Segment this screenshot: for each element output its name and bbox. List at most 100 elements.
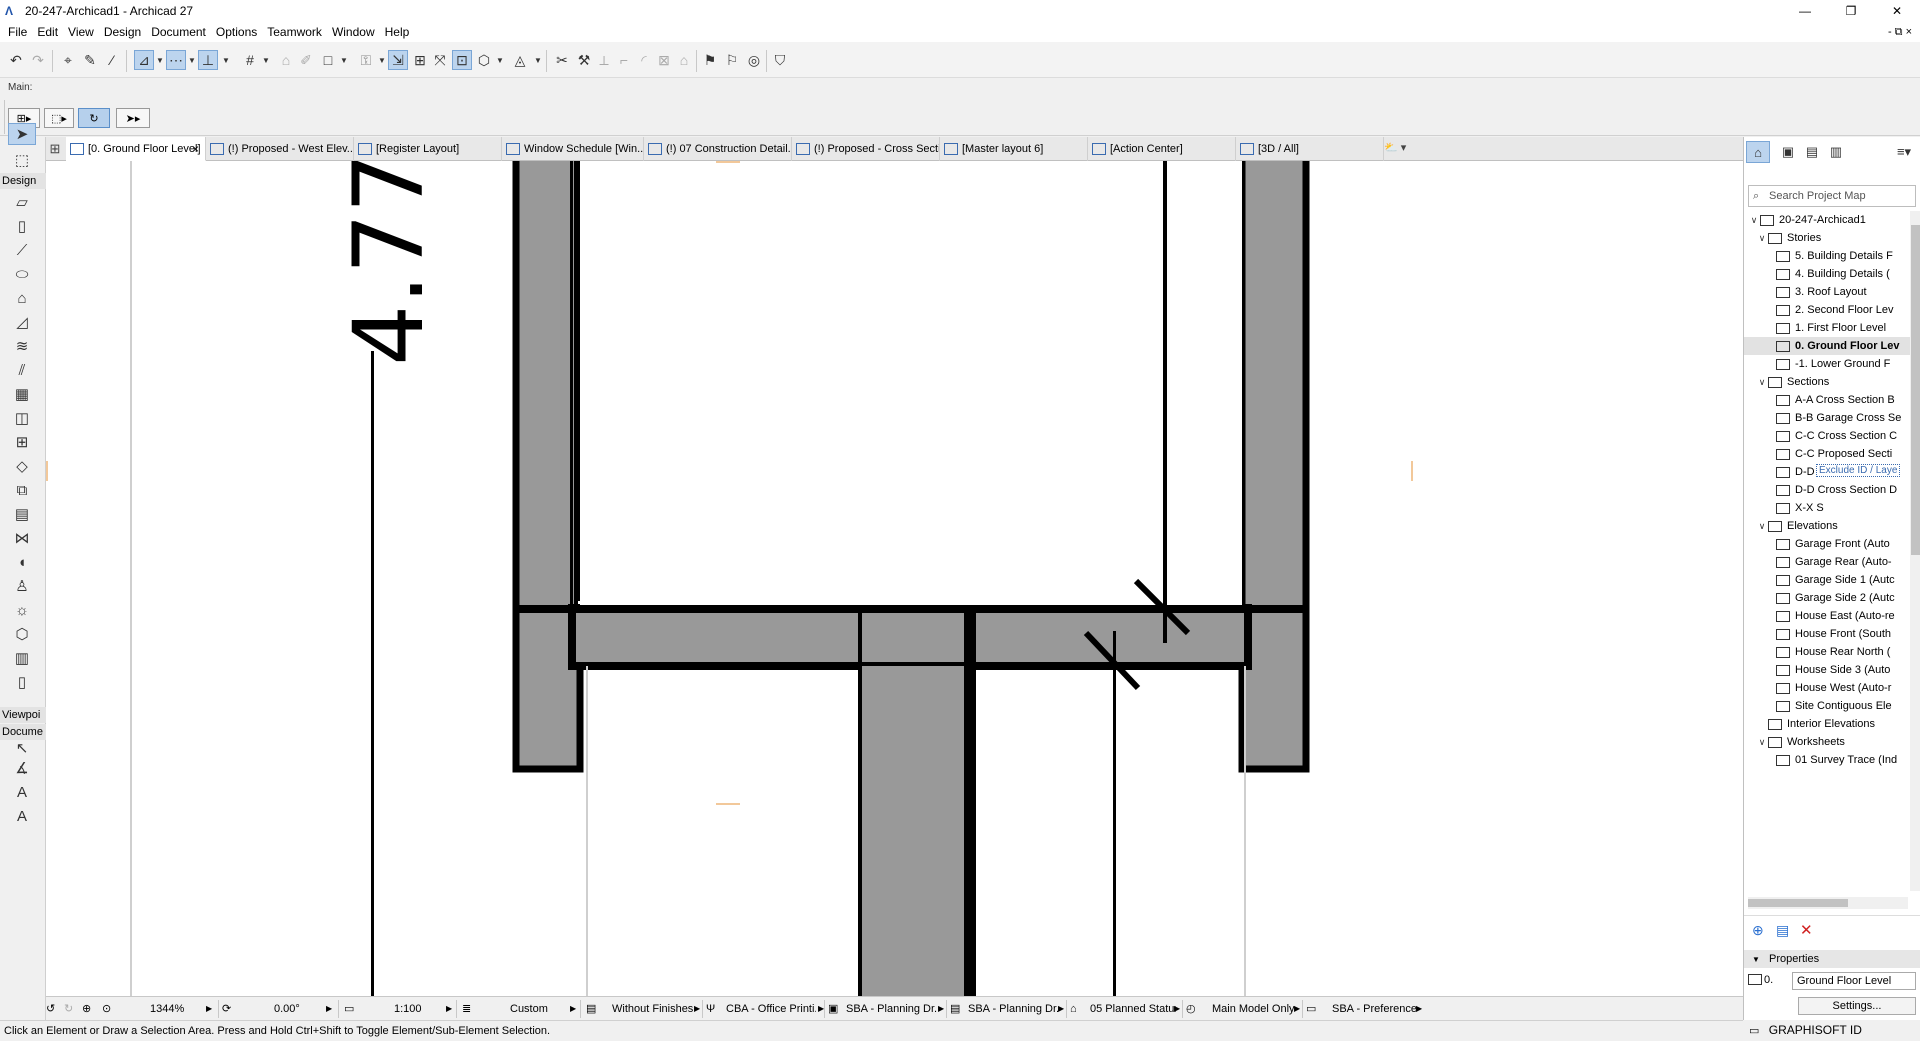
- object-tool-icon[interactable]: ▤: [8, 503, 36, 525]
- tree-item[interactable]: ∨ Elevations: [1744, 517, 1910, 535]
- zoom-in-icon[interactable]: ⊕: [82, 1001, 100, 1017]
- tree-item[interactable]: 01 Survey Trace (Ind: [1744, 751, 1910, 769]
- publisher-icon[interactable]: ◎: [744, 50, 764, 70]
- preferences[interactable]: SBA - Preferences: [1332, 1001, 1416, 1017]
- split-icon[interactable]: ⌐: [614, 50, 634, 70]
- scissors-icon[interactable]: ✂: [552, 50, 572, 70]
- tab-list-dropdown-icon[interactable]: ⛅ ▾: [1384, 141, 1424, 157]
- zone-tool-icon[interactable]: ⬡: [8, 623, 36, 645]
- label-tool-icon[interactable]: A: [8, 805, 36, 827]
- dimension-style[interactable]: SBA - Planning Dr...: [968, 1001, 1060, 1017]
- tab-master-layout[interactable]: [Master layout 6]: [940, 137, 1088, 161]
- close-button[interactable]: ✕: [1874, 0, 1920, 22]
- tree-item[interactable]: -1. Lower Ground F: [1744, 355, 1910, 373]
- properties-header[interactable]: ▼ Properties: [1744, 950, 1920, 968]
- layers-icon[interactable]: ≣: [462, 1001, 478, 1017]
- tree-item[interactable]: 0. Ground Floor Lev: [1744, 337, 1910, 355]
- snap-guides-icon[interactable]: ⊿: [134, 50, 154, 70]
- minimize-button[interactable]: —: [1782, 0, 1828, 22]
- redo-zoom-icon[interactable]: ↻: [64, 1001, 82, 1017]
- expand-chevron-icon[interactable]: ∨: [1756, 737, 1768, 748]
- menu-help[interactable]: Help: [381, 25, 416, 39]
- pencil-icon[interactable]: ✐: [296, 50, 316, 70]
- menu-options[interactable]: Options: [212, 25, 263, 39]
- flag-icon[interactable]: ⚑: [700, 50, 720, 70]
- mesh-tool-icon[interactable]: ⋈: [8, 527, 36, 549]
- tree-item[interactable]: Garage Side 1 (Autc: [1744, 571, 1910, 589]
- door-tool-icon[interactable]: ◫: [8, 407, 36, 429]
- expand-chevron-icon[interactable]: ∨: [1756, 233, 1768, 244]
- tree-item[interactable]: ∨ Sections: [1744, 373, 1910, 391]
- arrow-tool-icon[interactable]: ➤: [8, 123, 36, 145]
- pen-set-icon[interactable]: Ψ: [706, 1001, 722, 1017]
- grid-snap-icon[interactable]: #: [240, 50, 260, 70]
- tree-item[interactable]: House Side 3 (Auto: [1744, 661, 1910, 679]
- offset-icon[interactable]: ⊠: [654, 50, 674, 70]
- marquee-rotate-icon[interactable]: ↻: [78, 108, 110, 128]
- tab-ground-floor[interactable]: [0. Ground Floor Level] ×: [66, 137, 206, 161]
- tree-item[interactable]: House East (Auto-re: [1744, 607, 1910, 625]
- tree-item[interactable]: ∨ 20-247-Archicad1: [1744, 211, 1910, 229]
- scrollbar-thumb[interactable]: [1748, 899, 1848, 907]
- navigator-menu-icon[interactable]: ≡▾: [1892, 141, 1916, 163]
- tree-item[interactable]: Garage Side 2 (Autc: [1744, 589, 1910, 607]
- layer-dropdown-icon[interactable]: ▶: [570, 1001, 580, 1017]
- scrollbar-thumb[interactable]: [1911, 225, 1920, 555]
- zoom-dropdown-icon[interactable]: ▶: [206, 1001, 216, 1017]
- structure-display[interactable]: Main Model Only: [1212, 1001, 1296, 1017]
- menu-document[interactable]: Document: [147, 25, 212, 39]
- project-map-icon[interactable]: ⌂: [1746, 141, 1770, 163]
- angle-dropdown-icon[interactable]: ▶: [326, 1001, 336, 1017]
- curtain-wall-tool-icon[interactable]: ▦: [8, 383, 36, 405]
- renovation-icon[interactable]: ⌂: [1070, 1001, 1086, 1017]
- renovation-filter[interactable]: 05 Planned Status: [1090, 1001, 1176, 1017]
- menu-edit[interactable]: Edit: [33, 25, 64, 39]
- slab-tool-icon[interactable]: ⬭: [8, 263, 36, 285]
- rotation-icon[interactable]: ⟳: [222, 1001, 238, 1017]
- column-tool-icon[interactable]: ▯: [8, 215, 36, 237]
- tab-west-elevation[interactable]: (!) Proposed - West Elev...: [206, 137, 354, 161]
- opening-tool-icon[interactable]: ⧉: [8, 479, 36, 501]
- tree-item[interactable]: 3. Roof Layout: [1744, 283, 1910, 301]
- tree-item[interactable]: D-D Cross Section D: [1744, 481, 1910, 499]
- orientation-angle[interactable]: 0.00°: [274, 1001, 324, 1017]
- syringe-icon[interactable]: ✎: [80, 50, 100, 70]
- lock-icon[interactable]: ⚿: [356, 50, 376, 70]
- document-window-controls[interactable]: - ⧉ ×: [1888, 22, 1912, 42]
- dimension-value-text[interactable]: 4.77: [333, 161, 445, 382]
- tree-horizontal-scrollbar[interactable]: [1748, 897, 1908, 909]
- 3d-selection-icon[interactable]: ⊡: [452, 50, 472, 70]
- expand-chevron-icon[interactable]: ∨: [1748, 215, 1760, 226]
- tree-item[interactable]: Garage Front (Auto: [1744, 535, 1910, 553]
- tab-3d-all[interactable]: [3D / All]: [1236, 137, 1384, 161]
- magic-wand-icon[interactable]: ⚒: [574, 50, 594, 70]
- expand-chevron-icon[interactable]: ∨: [1756, 521, 1768, 532]
- tab-cross-section[interactable]: (!) Proposed - Cross Secti...: [792, 137, 940, 161]
- gravity-icon[interactable]: ⊥: [198, 50, 218, 70]
- renovation-filter-icon[interactable]: ◬: [510, 50, 530, 70]
- tab-construction-detail[interactable]: (!) 07 Construction Detail...: [644, 137, 792, 161]
- tree-item[interactable]: House Rear North (: [1744, 643, 1910, 661]
- tree-item[interactable]: House West (Auto-r: [1744, 679, 1910, 697]
- graphisoft-id[interactable]: ▭ GRAPHISOFT ID: [1743, 1020, 1920, 1040]
- graphic-override[interactable]: SBA - Planning Dr...: [846, 1001, 938, 1017]
- trim-icon[interactable]: ⟂: [594, 50, 614, 70]
- scale-dropdown-icon[interactable]: ▶: [446, 1001, 456, 1017]
- pick-up-parameters-icon[interactable]: ⌖: [58, 50, 78, 70]
- tree-item[interactable]: ∨ Worksheets: [1744, 733, 1910, 751]
- layout-cursor-icon[interactable]: ⇲: [388, 50, 408, 70]
- add-view-icon[interactable]: ⊕: [1752, 922, 1764, 939]
- structure-display-icon[interactable]: ◴: [1186, 1001, 1202, 1017]
- tree-item[interactable]: 5. Building Details F: [1744, 247, 1910, 265]
- beam-tool-icon[interactable]: ⟋: [8, 239, 36, 261]
- tab-window-schedule[interactable]: Window Schedule [Win...: [502, 137, 644, 161]
- angle-dimension-tool-icon[interactable]: ∡: [8, 757, 36, 779]
- roof-icon[interactable]: ⌂: [674, 50, 694, 70]
- fit-in-window-icon[interactable]: ⊙: [102, 1001, 120, 1017]
- design-section-header[interactable]: Design: [0, 173, 46, 189]
- delete-icon[interactable]: ✕: [1800, 921, 1813, 939]
- publisher-sets-icon[interactable]: ▥: [1824, 141, 1848, 163]
- wall-tool-icon[interactable]: ▱: [8, 191, 36, 213]
- layer-combination[interactable]: Custom: [510, 1001, 570, 1017]
- eyedropper-icon[interactable]: ⁄: [102, 50, 122, 70]
